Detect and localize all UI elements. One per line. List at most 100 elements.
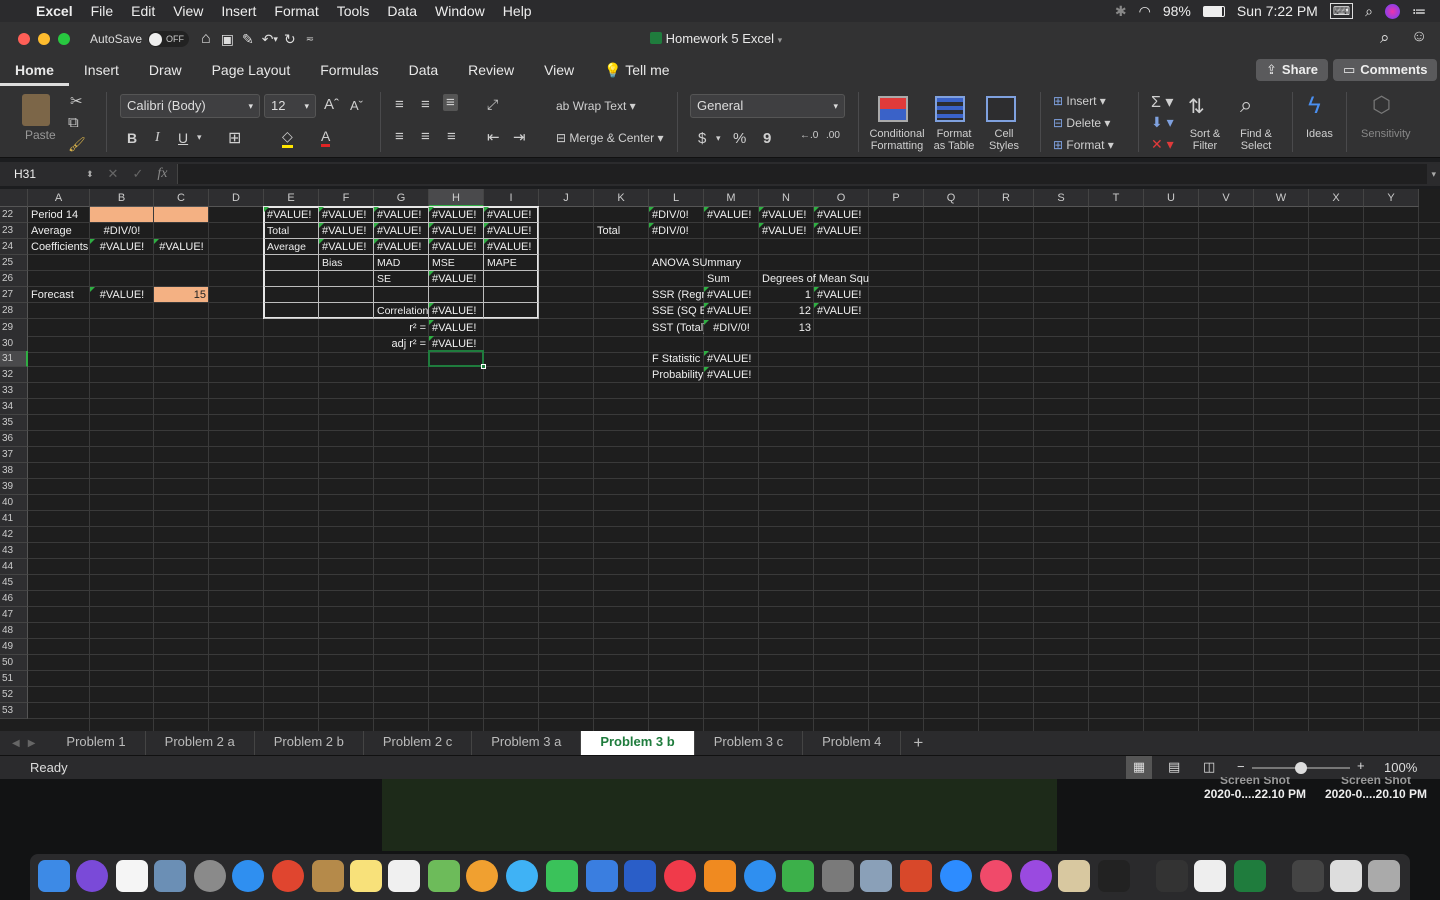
customize-toolbar-icon[interactable]: ≂ <box>306 34 314 45</box>
column-header-h[interactable]: H <box>429 189 484 207</box>
cell-m31[interactable]: #VALUE! <box>704 351 759 367</box>
calendar-icon[interactable] <box>116 860 148 892</box>
merge-center-button[interactable]: ⊟ Merge & Center ▾ <box>556 131 663 145</box>
increase-indent-icon[interactable]: ⇥ <box>513 128 526 146</box>
cell-g29[interactable]: r² = <box>374 320 429 336</box>
row-header-40[interactable]: 40 <box>0 495 28 511</box>
menu-tools[interactable]: Tools <box>328 3 379 19</box>
column-header-g[interactable]: G <box>374 189 429 207</box>
row-header-48[interactable]: 48 <box>0 623 28 639</box>
siri-icon[interactable] <box>76 860 108 892</box>
column-header-e[interactable]: E <box>264 189 319 207</box>
font-color-icon[interactable]: A <box>321 128 331 147</box>
align-center-icon[interactable]: ≡ <box>421 128 430 145</box>
column-header-p[interactable]: P <box>869 189 924 207</box>
row-header-33[interactable]: 33 <box>0 383 28 399</box>
menu-insert[interactable]: Insert <box>212 3 265 19</box>
align-left-icon[interactable]: ≡ <box>395 128 404 145</box>
cell-h24[interactable]: #VALUE! <box>429 239 484 255</box>
zoom-in-button[interactable]: + <box>1357 758 1365 773</box>
menu-format[interactable]: Format <box>265 3 327 19</box>
autosum-icon[interactable]: Σ ▾ <box>1151 92 1173 112</box>
row-header-49[interactable]: 49 <box>0 639 28 655</box>
selected-cell-h31[interactable] <box>428 350 484 367</box>
align-top-icon[interactable]: ≡ <box>395 96 404 113</box>
wrap-text-button[interactable]: ab Wrap Text ▾ <box>556 99 636 113</box>
cell-e24[interactable]: Average <box>264 239 319 255</box>
row-header-43[interactable]: 43 <box>0 543 28 559</box>
cell-g23[interactable]: #VALUE! <box>374 223 429 239</box>
align-right-icon[interactable]: ≡ <box>447 128 456 145</box>
mail-stamp-icon[interactable] <box>154 860 186 892</box>
books-icon[interactable] <box>704 860 736 892</box>
row-header-38[interactable]: 38 <box>0 463 28 479</box>
column-header-w[interactable]: W <box>1254 189 1309 207</box>
fill-handle[interactable] <box>481 364 486 369</box>
ideas-icon[interactable]: ϟ <box>1308 92 1321 120</box>
music-icon[interactable] <box>980 860 1012 892</box>
keyboard-icon[interactable]: ⌨ <box>1329 3 1354 19</box>
search-icon[interactable]: ⌕ <box>1380 28 1390 48</box>
help-icon[interactable] <box>1292 860 1324 892</box>
column-header-k[interactable]: K <box>594 189 649 207</box>
cell-f23[interactable]: #VALUE! <box>319 223 374 239</box>
cell-i23[interactable]: #VALUE! <box>484 223 539 239</box>
downloads-icon[interactable] <box>1330 860 1362 892</box>
tab-formulas[interactable]: Formulas <box>305 56 393 86</box>
tab-draw[interactable]: Draw <box>134 56 197 86</box>
font-name-select[interactable]: Calibri (Body) ▾ <box>120 94 260 118</box>
tell-me-search[interactable]: 💡 Tell me <box>589 56 684 86</box>
cell-n29[interactable]: 13 <box>759 320 814 336</box>
desktop-file-screenshot[interactable]: Screen Shot 2020-0....22.10 PM <box>1195 777 1315 801</box>
cell-b23[interactable]: #DIV/0! <box>90 223 154 239</box>
apple-tv-icon[interactable] <box>1098 860 1130 892</box>
underline-button[interactable]: U <box>178 130 188 146</box>
facetime-icon[interactable] <box>546 860 578 892</box>
sensitivity-icon[interactable]: ⬡ <box>1372 92 1391 118</box>
cell-m29[interactable]: #DIV/0! <box>704 320 759 336</box>
ideas-label[interactable]: Ideas <box>1306 128 1333 140</box>
preview-icon[interactable] <box>860 860 892 892</box>
underline-dropdown-icon[interactable]: ▾ <box>197 132 202 143</box>
column-header-b[interactable]: B <box>90 189 154 207</box>
normal-view-icon[interactable]: ▦ <box>1126 756 1152 779</box>
menu-file[interactable]: File <box>82 3 123 19</box>
column-header-y[interactable]: Y <box>1364 189 1419 207</box>
cell-a24[interactable]: Coefficients <box>28 239 90 255</box>
cell-a22[interactable]: Period 14 <box>28 207 90 223</box>
cancel-formula-icon[interactable]: ✕ <box>108 166 119 182</box>
format-painter-icon[interactable]: 🖌 <box>68 136 86 153</box>
cell-m26[interactable]: Sum <box>704 271 759 287</box>
cell-g30[interactable]: adj r² = <box>374 336 429 352</box>
cell-i22[interactable]: #VALUE! <box>484 207 539 223</box>
cell-a27[interactable]: Forecast <box>28 287 90 303</box>
cell-o23[interactable]: #VALUE! <box>814 223 869 239</box>
add-sheet-button[interactable]: + <box>901 733 935 753</box>
increase-font-size-icon[interactable]: Aˆ <box>324 96 339 113</box>
column-header-v[interactable]: V <box>1199 189 1254 207</box>
sheet-tab[interactable]: Problem 1 <box>47 731 146 755</box>
cell-n27[interactable]: 1 <box>759 287 814 303</box>
reminders-icon[interactable] <box>388 860 420 892</box>
cell-k23[interactable]: Total <box>594 223 649 239</box>
decrease-font-size-icon[interactable]: Aˇ <box>350 98 363 113</box>
row-header-47[interactable]: 47 <box>0 607 28 623</box>
tab-view[interactable]: View <box>529 56 589 86</box>
zoom-level[interactable]: 100% <box>1384 760 1417 775</box>
cell-styles-label[interactable]: Cell Styles <box>988 128 1020 152</box>
menu-view[interactable]: View <box>164 3 212 19</box>
align-middle-icon[interactable]: ≡ <box>421 96 430 113</box>
menubar-clock[interactable]: Sun 7:22 PM <box>1237 3 1318 19</box>
column-header-r[interactable]: R <box>979 189 1034 207</box>
cell-i25[interactable]: MAPE <box>484 255 539 271</box>
row-header-51[interactable]: 51 <box>0 671 28 687</box>
row-header-24[interactable]: 24 <box>0 239 28 255</box>
terminal-icon[interactable] <box>1156 860 1188 892</box>
fill-color-icon[interactable]: ◇ <box>282 128 293 148</box>
cell-l29[interactable]: SST (Total) <box>649 320 704 336</box>
battery-icon[interactable] <box>1202 5 1225 17</box>
cell-g25[interactable]: MAD <box>374 255 429 271</box>
comma-button[interactable]: 9 <box>763 130 771 147</box>
battery-percent[interactable]: 98% <box>1163 3 1191 19</box>
cell-g22[interactable]: #VALUE! <box>374 207 429 223</box>
